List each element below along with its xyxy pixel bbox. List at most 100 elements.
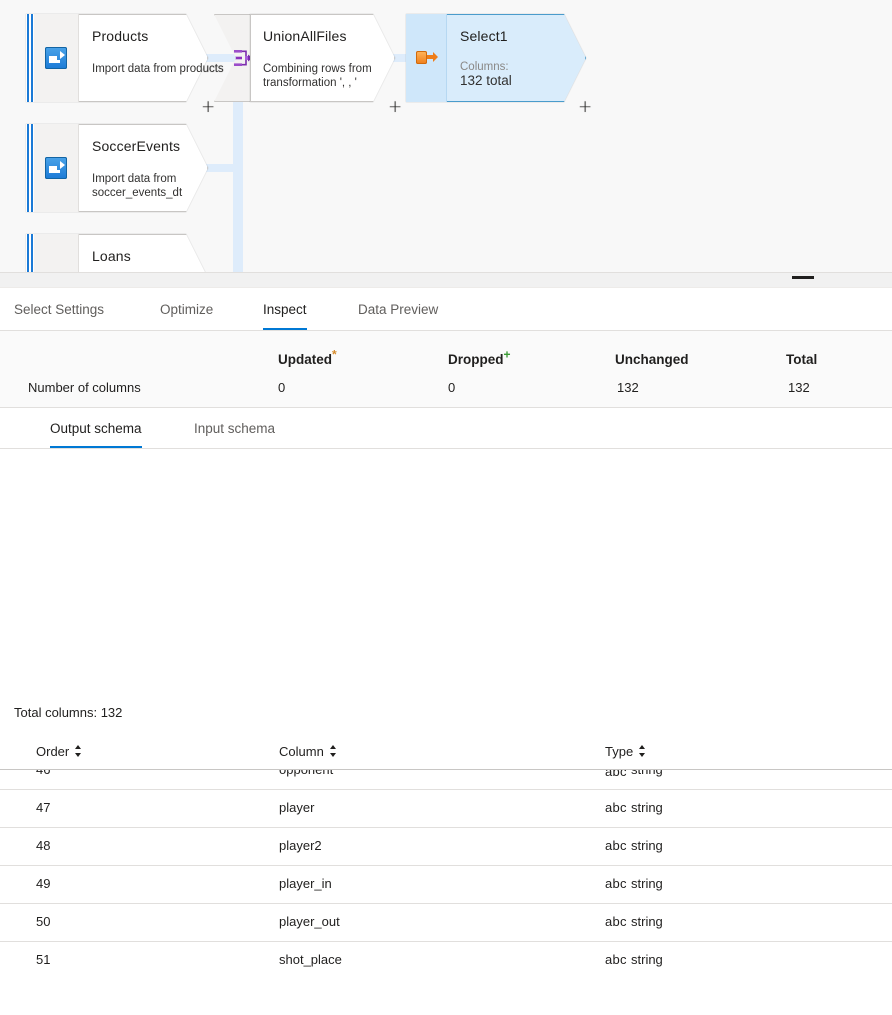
schema-tabbar: Output schema Input schema	[0, 408, 892, 449]
column-header-order[interactable]: Order	[36, 744, 82, 759]
tab-label: Optimize	[160, 301, 214, 317]
node-title: SoccerEvents	[92, 138, 181, 154]
add-node-handle[interactable]: +	[578, 99, 592, 116]
inspect-panel: Select Settings Optimize Inspect Data Pr…	[0, 272, 892, 967]
connector-products-to-union	[204, 54, 238, 62]
cell-type: string	[631, 800, 663, 815]
stats-header-updated: Updated*	[278, 349, 337, 368]
add-node-handle[interactable]: +	[388, 99, 402, 116]
cell-type: string	[631, 838, 663, 853]
tab-output-schema[interactable]: Output schema	[50, 408, 142, 448]
canvas-node-select1[interactable]: Select1 Columns: 132 total +	[406, 14, 592, 116]
abc-type-icon: abc	[605, 770, 627, 779]
node-icon-gutter	[34, 14, 79, 102]
canvas-node-soccerevents[interactable]: SoccerEvents Import data from soccer_eve…	[26, 124, 208, 212]
schema-grid: Order Column Type 46 opponent abc str	[0, 735, 892, 1015]
node-columns-label: Columns:	[460, 61, 509, 73]
schema-tab-label: Input schema	[194, 420, 276, 436]
stats-header-label: Updated	[278, 352, 332, 367]
updated-marker-icon: *	[332, 347, 337, 362]
column-header-column[interactable]: Column	[279, 744, 337, 759]
data-flow-canvas[interactable]: Products Import data from products + Soc…	[0, 0, 892, 272]
table-row[interactable]: 47 player abc string	[0, 790, 892, 828]
dropped-marker-icon: +	[503, 347, 511, 362]
cell-order: 47	[36, 800, 51, 815]
column-header-type[interactable]: Type	[605, 744, 646, 759]
data-flow-screen: Products Import data from products + Soc…	[0, 0, 892, 967]
schema-grid-header: Order Column Type	[0, 735, 892, 770]
column-header-label: Column	[279, 744, 324, 759]
cell-column: player_out	[279, 914, 340, 929]
source-icon	[45, 157, 67, 179]
node-icon-gutter	[34, 124, 79, 212]
panel-resize-handle[interactable]	[0, 273, 892, 288]
schema-tab-label: Output schema	[50, 420, 142, 436]
cell-order: 48	[36, 838, 51, 853]
cell-order: 51	[36, 952, 51, 967]
table-row[interactable]: 48 player2 abc string	[0, 828, 892, 866]
stats-header-dropped: Dropped+	[448, 349, 511, 368]
node-title: UnionAllFiles	[263, 28, 347, 44]
source-accent-bar	[26, 14, 34, 102]
table-row[interactable]: 51 shot_place abc string	[0, 942, 892, 979]
abc-type-icon: abc	[605, 800, 627, 815]
cell-type: string	[631, 952, 663, 967]
node-title: Select1	[460, 28, 508, 44]
tab-label: Select Settings	[14, 301, 105, 317]
node-subtitle: Import data from products	[92, 63, 224, 75]
stats-value-total: 132	[788, 380, 810, 395]
tab-label: Data Preview	[358, 301, 439, 317]
column-stats: Number of columns Updated* Dropped+ Unch…	[0, 331, 892, 408]
canvas-node-unionallfiles[interactable]: UnionAllFiles Combining rows from transf…	[250, 14, 402, 116]
stats-value-dropped: 0	[448, 380, 456, 395]
cell-type: string	[631, 770, 663, 777]
schema-grid-body[interactable]: 46 opponent abc string 47 player abc str…	[0, 770, 892, 1015]
table-row[interactable]: 46 opponent abc string	[0, 770, 892, 790]
source-accent-bar	[26, 234, 34, 272]
sort-icon[interactable]	[639, 745, 646, 758]
collapse-panel-button[interactable]	[792, 276, 814, 279]
cell-order: 49	[36, 876, 51, 891]
cell-order: 50	[36, 914, 51, 929]
sort-icon[interactable]	[329, 745, 337, 758]
stats-value-updated: 0	[278, 380, 286, 395]
node-columns-value: 132 total	[460, 73, 512, 88]
stats-header-label: Dropped	[448, 352, 504, 367]
node-icon-gutter	[34, 234, 79, 272]
tab-optimize[interactable]: Optimize	[160, 288, 213, 330]
cell-column: player_in	[279, 876, 332, 891]
table-row[interactable]: 50 player_out abc string	[0, 904, 892, 942]
source-icon	[45, 47, 67, 69]
panel-tabbar: Select Settings Optimize Inspect Data Pr…	[0, 288, 892, 331]
tab-select-settings[interactable]: Select Settings	[14, 288, 104, 330]
tab-data-preview[interactable]: Data Preview	[358, 288, 438, 330]
cell-column: player2	[279, 838, 322, 853]
cell-column: player	[279, 800, 315, 815]
abc-type-icon: abc	[605, 876, 627, 891]
connector-soccerevents-to-trunk	[204, 164, 238, 172]
add-node-handle[interactable]: +	[201, 99, 215, 116]
tab-inspect[interactable]: Inspect	[263, 288, 307, 330]
sort-icon[interactable]	[75, 745, 82, 758]
abc-type-icon: abc	[605, 952, 627, 967]
node-icon-gutter	[406, 14, 447, 102]
cell-column: opponent	[279, 770, 333, 777]
node-subtitle: Combining rows from transformation ', , …	[263, 63, 372, 89]
table-row[interactable]: 49 player_in abc string	[0, 866, 892, 904]
source-accent-bar	[26, 124, 34, 212]
cell-column: shot_place	[279, 952, 342, 967]
tab-input-schema[interactable]: Input schema	[194, 408, 275, 448]
node-title: Products	[92, 28, 149, 44]
abc-type-icon: abc	[605, 914, 627, 929]
cell-type: string	[631, 876, 663, 891]
column-header-label: Type	[605, 744, 634, 759]
cell-order: 46	[36, 770, 50, 777]
stats-row-label: Number of columns	[28, 380, 141, 395]
stats-header-total: Total	[786, 352, 818, 367]
total-columns-text: Total columns: 132	[14, 705, 123, 720]
stats-header-unchanged: Unchanged	[615, 352, 689, 367]
canvas-node-products[interactable]: Products Import data from products +	[26, 14, 224, 116]
column-header-label: Order	[36, 744, 70, 759]
cell-type: string	[631, 914, 663, 929]
canvas-node-loans[interactable]: Loans	[26, 234, 208, 272]
